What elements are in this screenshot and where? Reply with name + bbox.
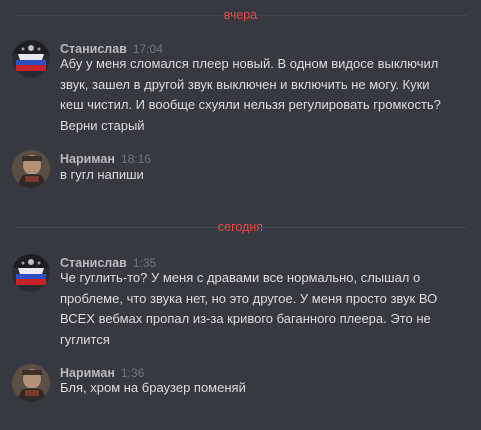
chat-view: вчера Станислав 17:04 Абу у меня сломался…	[0, 0, 481, 430]
user-avatar[interactable]	[12, 364, 50, 402]
message-text-line: проблеме, что звука нет, но это другое. …	[60, 290, 438, 306]
message-content: Че гуглить-то? У меня с дравами все норм…	[60, 268, 470, 350]
message-content: в гугл напиши	[60, 165, 470, 186]
message-text-line: кеш чистил. И вообще схуяли нельзя регул…	[60, 97, 441, 112]
user-avatar[interactable]	[12, 150, 50, 188]
message-text-line: в гугл напиши	[60, 167, 144, 182]
divider-line	[259, 15, 467, 16]
user-avatar[interactable]	[12, 40, 50, 78]
message-author[interactable]: Нариман	[60, 152, 115, 166]
message-text-line: Бля, хром на браузер поменяй	[60, 380, 246, 395]
message-text-line: гуглится	[60, 331, 110, 347]
message-text-line: Че гуглить-то? У меня с дравами все норм…	[60, 270, 421, 285]
message-content: Абу у меня сломался плеер новый. В одном…	[60, 54, 470, 136]
message-content: Бля, хром на браузер поменяй	[60, 378, 470, 399]
message-text-line: Верни старый	[60, 117, 145, 133]
date-divider-today: сегодня	[0, 220, 481, 234]
date-divider-yesterday: вчера	[0, 8, 481, 22]
message-text-line: ВСЕХ вебмах пропал из-за кривого баганно…	[60, 311, 431, 326]
message-text-line: звук, зашел в другой звук выключен и вкл…	[60, 76, 430, 92]
user-avatar[interactable]	[12, 254, 50, 292]
divider-line	[259, 227, 467, 228]
message-timestamp: 18:16	[120, 152, 151, 166]
message-text-line: Абу у меня сломался плеер новый. В одном…	[60, 56, 439, 71]
